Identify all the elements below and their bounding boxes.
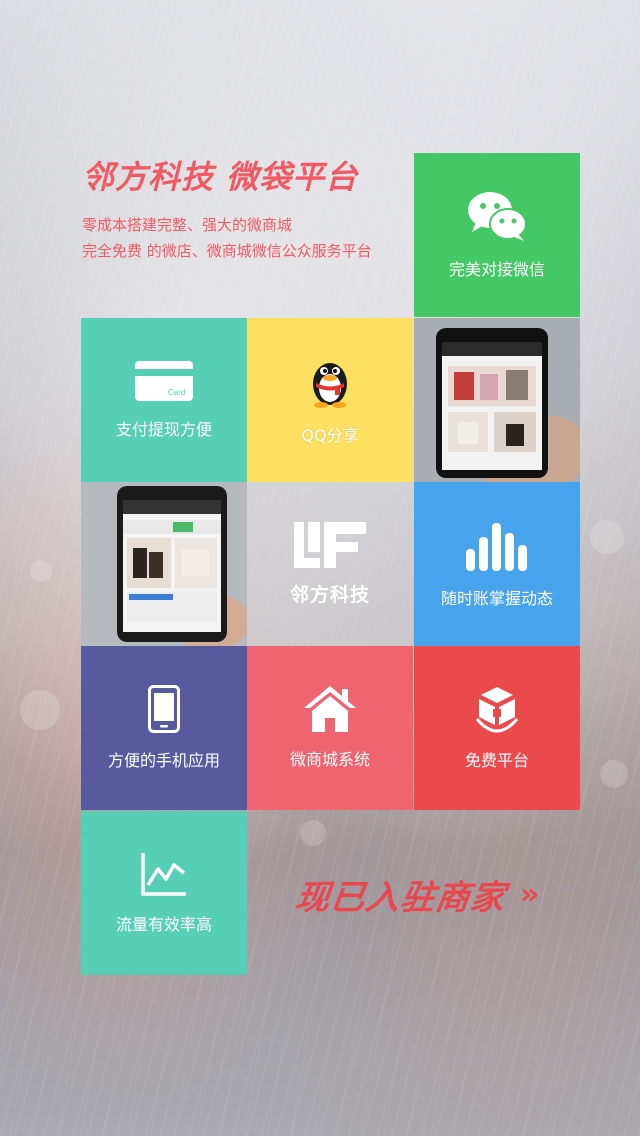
tile-payment-label: 支付提现方便 xyxy=(115,420,212,439)
line-chart-icon xyxy=(141,853,186,896)
smartphone-icon xyxy=(148,685,180,733)
tile-realtime-stats[interactable]: 随时账掌握动态 xyxy=(414,482,580,646)
tile-wechat[interactable]: 完美对接微信 xyxy=(414,153,580,317)
tile-mobile-label: 方便的手机应用 xyxy=(107,751,220,770)
tile-micro-mall[interactable]: 微商城系统 xyxy=(247,646,413,810)
lf-logo-icon xyxy=(294,521,366,568)
tile-free-label: 免费平台 xyxy=(464,751,529,770)
gift-box-icon xyxy=(475,687,519,733)
wechat-icon xyxy=(468,192,527,241)
tile-payment[interactable]: Card 支付提现方便 xyxy=(81,318,247,482)
tile-lf-logo-label: 邻方科技 xyxy=(289,583,370,606)
tile-qq-label: QQ分享 xyxy=(301,426,359,445)
bokeh-light xyxy=(590,520,624,554)
tagline-2: 完全免费 的微店、微商城微信公众服务平台 xyxy=(82,242,372,260)
tile-lf-logo: 邻方科技 xyxy=(247,482,413,646)
merchants-joined-link[interactable]: 现已入驻商家 » xyxy=(292,870,586,919)
tile-stats-label: 随时账掌握动态 xyxy=(440,589,553,608)
header: 邻方科技 微袋平台 零成本搭建完整、强大的微商城 完全免费 的微店、微商城微信公… xyxy=(82,152,412,264)
house-icon xyxy=(304,686,356,732)
tile-mobile-app[interactable]: 方便的手机应用 xyxy=(81,646,247,810)
tile-traffic-efficiency[interactable]: 流量有效率高 xyxy=(81,811,247,975)
bar-chart-icon xyxy=(466,523,527,571)
tile-phone-photo-1 xyxy=(414,318,580,482)
phone-screenshot-image xyxy=(414,318,580,482)
bokeh-light xyxy=(20,690,60,730)
double-chevron-right-icon: » xyxy=(520,877,540,912)
phone-screenshot-image xyxy=(81,482,247,646)
tile-wechat-label: 完美对接微信 xyxy=(448,260,545,279)
qq-penguin-icon xyxy=(313,363,347,408)
tile-qq-share[interactable]: QQ分享 xyxy=(247,318,413,482)
tagline-1: 零成本搭建完整、强大的微商城 xyxy=(82,216,293,234)
bokeh-light xyxy=(30,560,52,582)
brand-title: 邻方科技 微袋平台 xyxy=(82,158,359,196)
tile-free-platform[interactable]: 免费平台 xyxy=(414,646,580,810)
tile-traffic-label: 流量有效率高 xyxy=(115,915,212,934)
bokeh-light xyxy=(300,820,326,846)
tile-mall-label: 微商城系统 xyxy=(289,750,370,769)
card-icon: Card xyxy=(135,361,193,401)
tile-phone-photo-2 xyxy=(81,482,247,646)
card-icon-text: Card xyxy=(168,388,185,397)
bokeh-light xyxy=(600,760,628,788)
cta-label: 现已入驻商家 xyxy=(292,878,509,918)
